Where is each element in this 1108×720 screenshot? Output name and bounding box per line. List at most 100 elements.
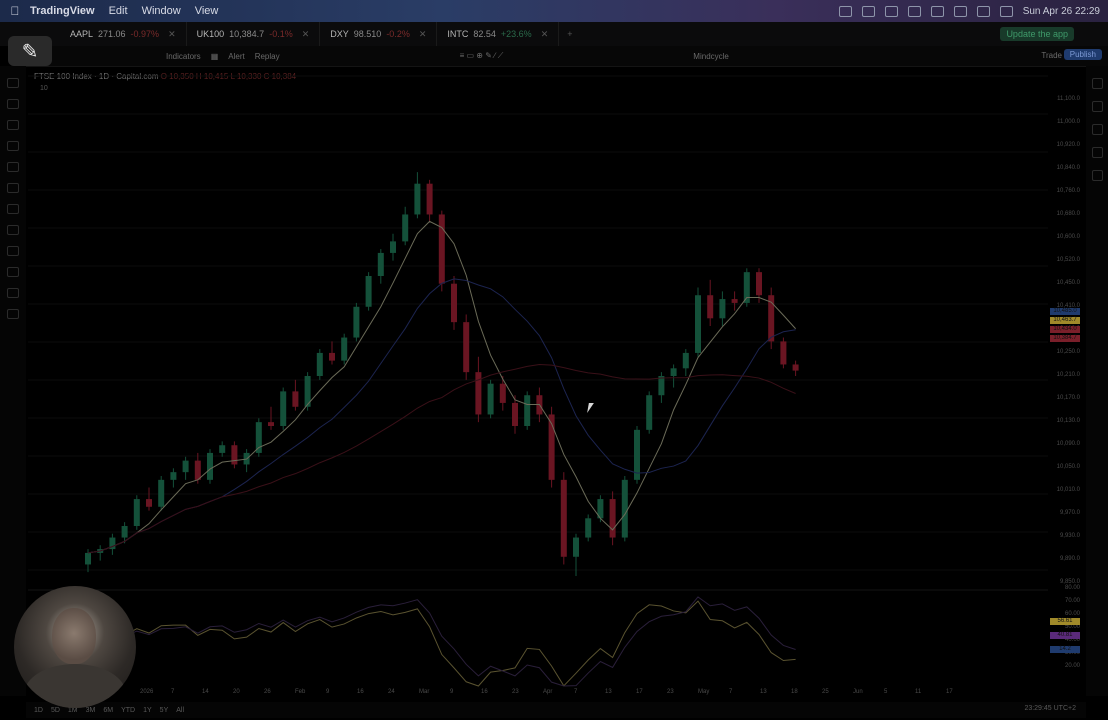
time-tick-label: Apr [543,689,553,695]
battery-icon[interactable] [953,5,967,17]
trash-icon[interactable] [7,309,19,319]
control-center-icon[interactable] [999,5,1013,17]
tab-price: 98.510 [353,29,382,39]
trend-line-icon[interactable] [7,99,19,109]
left-drawing-toolbar [0,66,26,696]
candle-body [390,241,396,253]
oscillator-tag: 14.2 [1050,646,1080,653]
publish-button[interactable]: Publish [1063,49,1102,60]
bottom-toolbar: 1D 5D 1M 3M 6M YTD 1Y 5Y All [26,702,1086,718]
update-app-button[interactable]: Update the app [1000,27,1074,41]
shield-icon[interactable] [907,5,921,17]
data-window-icon[interactable] [1091,124,1103,135]
crosshair-icon[interactable] [7,78,19,88]
price-tick-label: 10,170.0 [1056,395,1080,401]
candle-body [353,306,360,338]
price-tick-label: 11,000.0 [1057,119,1080,125]
hotlist-icon[interactable] [1091,147,1103,158]
chart-clock[interactable]: 23:29:45 UTC+2 [1024,705,1076,712]
indicators-button[interactable]: Indicators [166,52,201,61]
candle-body [414,183,421,215]
price-tick-label: 10,840.0 [1056,165,1080,171]
app-tray-icon[interactable] [884,5,898,17]
time-tick-label: May [698,689,710,695]
zoom-icon[interactable] [7,225,19,235]
price-axis[interactable]: 11,100.0 11,000.0 10,920.0 10,840.0 10,760.0… [1048,66,1084,696]
time-tick-label: 20 [233,689,240,695]
alert-button[interactable]: Alert [228,52,244,61]
candle-body [329,352,335,361]
alerts-icon[interactable] [1091,101,1103,112]
lock-icon[interactable] [7,267,19,277]
time-tick-label: 9 [450,689,454,695]
candle-body [292,391,299,407]
time-tick-label: Jun [853,689,863,695]
chart-toolbar: Indicators ▦ Alert Replay ≡ ▭ ⊕ ✎ ∕ ⟋ Mi… [26,46,1108,67]
time-axis[interactable]: 2026 7 14 20 26 Feb 9 16 24 Mar 9 16 23 Apr 7 13 17 23 May… [30,689,1048,699]
time-tick-label: 14 [202,689,209,695]
close-icon[interactable]: ✕ [168,29,176,40]
brush-icon[interactable] [7,162,19,172]
watchlist-icon[interactable] [1091,78,1103,89]
webcam-overlay [14,586,136,708]
time-tick-label: 24 [388,689,395,695]
eye-icon[interactable] [7,288,19,298]
close-icon[interactable]: ✕ [541,29,549,40]
price-tick-label: 10,920.0 [1056,142,1080,148]
tab-intc[interactable]: INTC 82.54 +23.6% ✕ [437,22,560,46]
range-5y[interactable]: 5Y [160,707,169,714]
settings-icon[interactable] [930,5,944,17]
magnet-icon[interactable] [7,246,19,256]
clock[interactable]: Sun Apr 26 22:29 [1023,6,1100,17]
calendar-icon[interactable] [1091,170,1103,181]
add-tab-icon[interactable]: + [567,29,572,39]
trade-button[interactable]: Trade [1041,51,1062,60]
tab-uk100[interactable]: UK100 10,384.7 -0.1% ✕ [187,22,321,46]
layout-name[interactable]: Mindcycle [693,52,729,61]
time-tick-label: 23 [512,689,519,695]
candle-body [658,376,665,396]
price-tick-label: 10,450.0 [1056,280,1080,286]
candle-body [780,341,787,365]
range-1y[interactable]: 1Y [143,707,152,714]
screen-record-icon[interactable] [838,5,852,17]
app-name[interactable]: TradingView [30,5,95,17]
close-icon[interactable]: ✕ [419,29,427,40]
layout-icon[interactable]: ▦ [211,52,219,61]
text-icon[interactable] [7,183,19,193]
apple-icon[interactable]:  [0,4,30,18]
tab-aapl[interactable]: AAPL 271.06 -0.97% ✕ [60,22,187,46]
price-tick-label: 10,250.0 [1056,349,1080,355]
tab-change: -0.2% [386,29,410,39]
annotate-pencil-icon[interactable]: ✎ [8,36,52,66]
time-tick-label: 17 [636,689,643,695]
time-tick-label: 16 [481,689,488,695]
tab-change: +23.6% [500,29,532,39]
upload-icon[interactable] [861,5,875,17]
time-tick-label: Mar [419,689,430,695]
time-tick-label: 17 [946,689,953,695]
pattern-icon[interactable] [7,141,19,151]
candle-body [194,460,201,480]
range-all[interactable]: All [176,707,184,714]
presenter-body [24,664,126,708]
price-chart[interactable] [28,66,1048,690]
candle-body [268,422,274,426]
fib-icon[interactable] [7,120,19,130]
time-tick-label: 16 [357,689,364,695]
measure-icon[interactable] [7,204,19,214]
time-tick-label: 5 [884,689,888,695]
close-icon[interactable]: ✕ [302,29,310,40]
replay-button[interactable]: Replay [255,52,280,61]
oscillator-tick-label: 70.00 [1064,598,1080,604]
tab-dxy[interactable]: DXY 98.510 -0.2% ✕ [320,22,438,46]
menu-window[interactable]: Window [142,5,181,17]
drawing-tools-icon[interactable]: ≡ ▭ ⊕ ✎ ∕ ⟋ [460,51,504,61]
candle-body [365,276,372,307]
candle-body [341,337,348,361]
oscillator-tick-label: 20.00 [1064,663,1080,669]
menu-edit[interactable]: Edit [109,5,128,17]
candle-body [585,518,592,538]
wifi-icon[interactable] [976,5,990,17]
menu-view[interactable]: View [195,5,219,17]
